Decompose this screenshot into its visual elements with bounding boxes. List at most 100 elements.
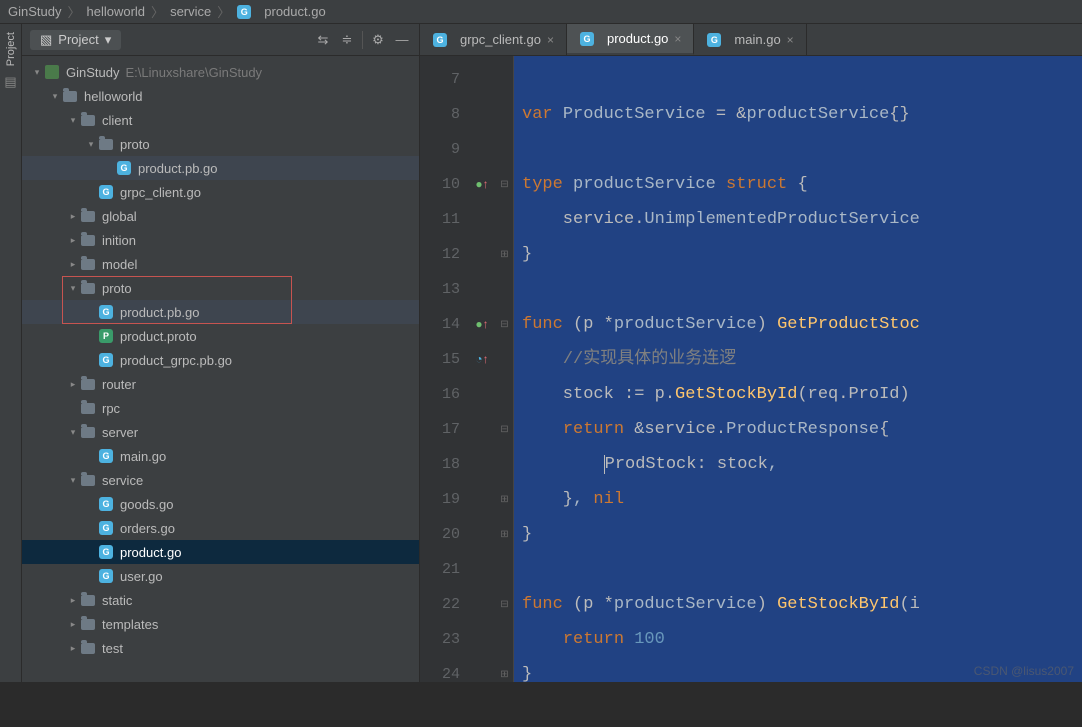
breadcrumb-item[interactable]: helloworld — [87, 4, 146, 19]
breadcrumb-item[interactable]: GinStudy — [8, 4, 61, 19]
tree-label: main.go — [120, 449, 166, 464]
tree-folder[interactable]: ▾proto — [22, 276, 419, 300]
fold-gutter[interactable]: ⊟ ⊞ ⊟ ⊟ ⊞⊞ ⊟ ⊞ — [496, 56, 514, 682]
code-editor[interactable]: 789101112131415161718192021222324 ●↑ ●↑ … — [420, 56, 1082, 682]
tree-folder[interactable]: ▾client — [22, 108, 419, 132]
expand-arrow-icon[interactable]: ▾ — [66, 283, 80, 294]
folder-icon — [80, 256, 96, 272]
close-icon[interactable]: × — [674, 32, 681, 46]
tree-folder[interactable]: ▸ inition — [22, 228, 419, 252]
hide-icon[interactable]: — — [393, 31, 411, 49]
tree-label: product.go — [120, 545, 181, 560]
tree-file[interactable]: Gproduct.go — [22, 540, 419, 564]
go-file-icon: G — [98, 520, 114, 536]
tree-folder[interactable]: ▸static — [22, 588, 419, 612]
tool-window-rail: Project ▤ — [0, 24, 22, 682]
folder-icon — [80, 208, 96, 224]
tree-folder[interactable]: ▸templates — [22, 612, 419, 636]
tree-path: E:\Linuxshare\GinStudy — [125, 65, 262, 80]
tree-label: global — [102, 209, 137, 224]
project-view-label: Project — [58, 32, 98, 47]
expand-arrow-icon[interactable]: ▸ — [66, 643, 80, 654]
collapse-icon[interactable]: ≑ — [338, 31, 356, 49]
editor-tabs: Ggrpc_client.go×Gproduct.go×Gmain.go× — [420, 24, 1082, 56]
tree-label: router — [102, 377, 136, 392]
tree-file[interactable]: Gproduct_grpc.pb.go — [22, 348, 419, 372]
editor-tab[interactable]: Gproduct.go× — [567, 24, 694, 55]
project-icon: ▧ — [40, 32, 52, 48]
locate-icon[interactable]: ⇆ — [314, 31, 332, 49]
go-file-icon: G — [98, 568, 114, 584]
expand-arrow-icon[interactable]: ▾ — [66, 115, 80, 126]
tree-label: helloworld — [84, 89, 143, 104]
folder-icon — [80, 592, 96, 608]
expand-arrow-icon[interactable]: ▸ — [66, 259, 80, 270]
project-view-select[interactable]: ▧ Project ▾ — [30, 30, 121, 50]
go-file-icon: G — [706, 32, 722, 48]
editor-area: Ggrpc_client.go×Gproduct.go×Gmain.go× 78… — [420, 24, 1082, 682]
tree-file[interactable]: Gproduct.pb.go — [22, 300, 419, 324]
tree-file[interactable]: Gproduct.pb.go — [22, 156, 419, 180]
tree-folder[interactable]: ▾GinStudyE:\Linuxshare\GinStudy — [22, 60, 419, 84]
structure-tool-icon[interactable]: ▤ — [4, 74, 16, 90]
tree-folder[interactable]: ▾ server — [22, 420, 419, 444]
project-tool-tab[interactable]: Project — [5, 32, 17, 66]
tree-label: product.pb.go — [120, 305, 200, 320]
expand-arrow-icon[interactable]: ▸ — [66, 235, 80, 246]
tab-label: product.go — [607, 31, 668, 46]
editor-tab[interactable]: Gmain.go× — [694, 24, 806, 55]
tree-file[interactable]: Gorders.go — [22, 516, 419, 540]
watermark: CSDN @lisus2007 — [974, 664, 1074, 678]
tree-label: orders.go — [120, 521, 175, 536]
breadcrumb: GinStudy 〉 helloworld 〉 service 〉 G prod… — [0, 0, 1082, 24]
tree-file[interactable]: Pproduct.proto — [22, 324, 419, 348]
folder-icon — [80, 616, 96, 632]
expand-arrow-icon[interactable]: ▾ — [30, 67, 44, 78]
expand-arrow-icon[interactable]: ▾ — [84, 139, 98, 150]
tree-file[interactable]: Ggrpc_client.go — [22, 180, 419, 204]
breadcrumb-sep: 〉 — [67, 2, 80, 21]
project-tree[interactable]: ▾GinStudyE:\Linuxshare\GinStudy▾hellowor… — [22, 56, 419, 682]
folder-icon — [80, 280, 96, 296]
go-file-icon: G — [98, 352, 114, 368]
tree-folder[interactable]: ▸ global — [22, 204, 419, 228]
tree-label: test — [102, 641, 123, 656]
expand-arrow-icon[interactable]: ▸ — [66, 379, 80, 390]
close-icon[interactable]: × — [787, 33, 794, 47]
tree-folder[interactable]: ▾proto — [22, 132, 419, 156]
tree-folder[interactable]: rpc — [22, 396, 419, 420]
tree-folder[interactable]: ▾ helloworld — [22, 84, 419, 108]
expand-arrow-icon[interactable]: ▸ — [66, 595, 80, 606]
folder-icon — [80, 112, 96, 128]
sidebar-toolbar: ▧ Project ▾ ⇆ ≑ ⚙ — — [22, 24, 419, 56]
tree-label: product.proto — [120, 329, 197, 344]
editor-tab[interactable]: Ggrpc_client.go× — [420, 24, 567, 55]
tree-label: rpc — [102, 401, 120, 416]
code-content[interactable]: var ProductService = &productService{} t… — [514, 56, 1082, 682]
folder-icon — [98, 136, 114, 152]
tree-label: server — [102, 425, 138, 440]
tree-file[interactable]: Guser.go — [22, 564, 419, 588]
tree-label: user.go — [120, 569, 163, 584]
expand-arrow-icon[interactable]: ▸ — [66, 619, 80, 630]
gear-icon[interactable]: ⚙ — [369, 31, 387, 49]
expand-arrow-icon[interactable]: ▾ — [66, 475, 80, 486]
close-icon[interactable]: × — [547, 33, 554, 47]
go-file-icon: G — [116, 160, 132, 176]
folder-icon — [80, 472, 96, 488]
breadcrumb-item[interactable]: service — [170, 4, 211, 19]
tree-label: product_grpc.pb.go — [120, 353, 232, 368]
expand-arrow-icon[interactable]: ▸ — [66, 211, 80, 222]
line-number-gutter: 789101112131415161718192021222324 — [420, 56, 468, 682]
tree-folder[interactable]: ▾service — [22, 468, 419, 492]
go-file-icon: G — [98, 184, 114, 200]
breadcrumb-item[interactable]: product.go — [264, 4, 325, 19]
tree-label: inition — [102, 233, 136, 248]
tree-file[interactable]: Ggoods.go — [22, 492, 419, 516]
tree-folder[interactable]: ▸model — [22, 252, 419, 276]
tree-file[interactable]: Gmain.go — [22, 444, 419, 468]
tree-folder[interactable]: ▸ router — [22, 372, 419, 396]
expand-arrow-icon[interactable]: ▾ — [66, 427, 80, 438]
tree-folder[interactable]: ▸ test — [22, 636, 419, 660]
expand-arrow-icon[interactable]: ▾ — [48, 91, 62, 102]
